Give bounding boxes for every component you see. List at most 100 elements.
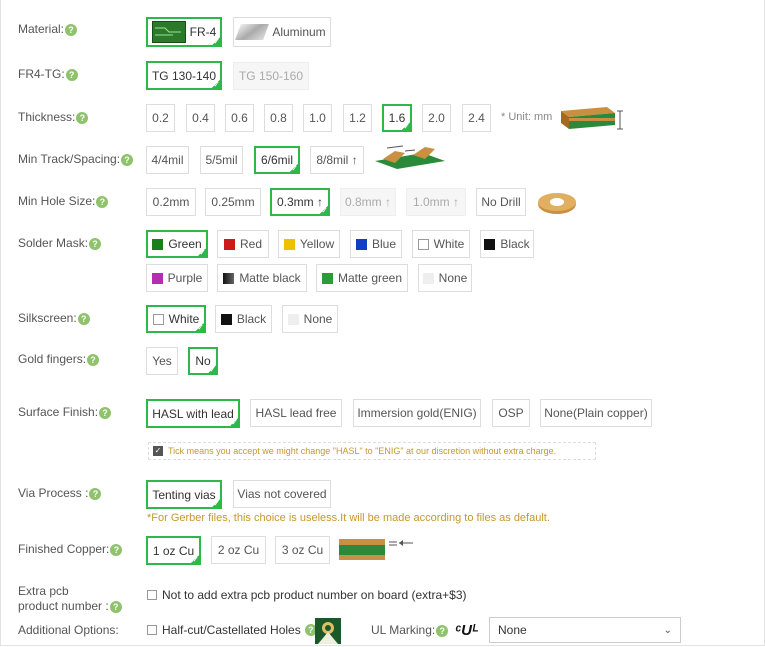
color-swatch — [355, 238, 367, 250]
silk-white-option[interactable]: White — [146, 305, 206, 333]
thickness-option[interactable]: 0.2 — [146, 104, 175, 132]
via-tenting-option[interactable]: Tenting vias — [146, 480, 222, 509]
mask-matte-black-option[interactable]: Matte black — [217, 264, 307, 292]
hole-option[interactable]: 0.25mm — [205, 188, 261, 216]
mask-option-label: None — [438, 271, 468, 285]
help-icon[interactable]: ? — [65, 68, 78, 81]
tg-option-label: TG 150-160 — [238, 69, 304, 83]
gold-label: Gold fingers:? — [18, 352, 100, 367]
hole-option[interactable]: 0.2mm — [146, 188, 196, 216]
hasl-enig-consent[interactable]: ✓ Tick means you accept we might change … — [148, 442, 596, 460]
copper-label: Finished Copper:? — [18, 542, 123, 557]
help-icon[interactable]: ? — [109, 600, 122, 613]
color-swatch — [283, 238, 295, 250]
tg-150-option[interactable]: TG 150-160 — [233, 62, 309, 90]
surface-option-label: OSP — [498, 406, 524, 420]
silk-option-label: White — [168, 312, 200, 326]
checkbox[interactable] — [147, 590, 157, 600]
surface-hasl-free-option[interactable]: HASL lead free — [250, 399, 342, 427]
mask-black-option[interactable]: Black — [480, 230, 534, 258]
hole-option[interactable]: No Drill — [476, 188, 526, 216]
color-swatch — [422, 272, 434, 284]
additional-label: Additional Options: — [18, 623, 119, 637]
color-swatch — [152, 313, 164, 325]
ul-marking-select[interactable]: None ⌄ — [489, 617, 681, 643]
tg-130-option[interactable]: TG 130-140 — [146, 61, 222, 90]
help-icon[interactable]: ? — [121, 153, 134, 166]
track-label: Min Track/Spacing:? — [18, 152, 134, 167]
track-value: 8/8mil ↑ — [316, 153, 358, 167]
material-option-label: FR-4 — [189, 25, 217, 39]
via-note: *For Gerber files, this choice is useles… — [147, 512, 550, 524]
material-fr4-option[interactable]: FR-4 — [146, 17, 222, 47]
help-icon[interactable]: ? — [96, 195, 109, 208]
help-icon[interactable]: ? — [89, 237, 102, 250]
thickness-option[interactable]: 0.4 — [186, 104, 215, 132]
thickness-option[interactable]: 2.0 — [422, 104, 451, 132]
mask-option-label: Blue — [371, 237, 397, 251]
help-icon[interactable]: ? — [76, 111, 89, 124]
checkbox-label: Half-cut/Castellated Holes — [162, 623, 301, 637]
silk-black-option[interactable]: Black — [215, 305, 272, 333]
material-aluminum-option[interactable]: Aluminum — [233, 17, 331, 47]
thickness-option[interactable]: 0.6 — [225, 104, 254, 132]
thickness-value: 0.6 — [231, 111, 248, 125]
mask-green-option[interactable]: Green — [146, 230, 208, 258]
copper-thickness-icon — [339, 539, 413, 560]
thickness-option-selected[interactable]: 1.6 — [382, 104, 412, 132]
extra-number-checkbox[interactable]: Not to add extra pcb product number on b… — [147, 588, 467, 602]
hole-option-selected[interactable]: 0.3mm ↑ — [270, 188, 330, 216]
copper-3oz-option[interactable]: 3 oz Cu — [275, 536, 330, 564]
silk-option-label: Black — [236, 312, 267, 326]
surface-enig-option[interactable]: Immersion gold(ENIG) — [353, 399, 481, 427]
hole-option[interactable]: 0.8mm ↑ — [340, 188, 396, 216]
mask-option-label: Yellow — [299, 237, 335, 251]
gold-no-option[interactable]: No — [188, 347, 218, 375]
color-swatch — [223, 272, 235, 284]
track-option[interactable]: 4/4mil — [146, 146, 189, 174]
surface-none-option[interactable]: None(Plain copper) — [540, 399, 652, 427]
mask-yellow-option[interactable]: Yellow — [278, 230, 340, 258]
hole-value: No Drill — [481, 195, 521, 209]
help-icon[interactable]: ? — [99, 406, 112, 419]
checkbox-checked-icon[interactable]: ✓ — [153, 446, 163, 456]
surface-osp-option[interactable]: OSP — [492, 399, 530, 427]
help-icon[interactable]: ? — [65, 23, 78, 36]
thickness-option[interactable]: 1.0 — [303, 104, 332, 132]
mask-blue-option[interactable]: Blue — [350, 230, 402, 258]
thickness-unit: * Unit: mm — [501, 111, 553, 123]
mask-label: Solder Mask:? — [18, 236, 102, 251]
mask-matte-green-option[interactable]: Matte green — [316, 264, 408, 292]
track-option-selected[interactable]: 6/6mil — [254, 146, 300, 174]
copper-2oz-option[interactable]: 2 oz Cu — [211, 536, 266, 564]
mask-purple-option[interactable]: Purple — [146, 264, 208, 292]
silk-none-option[interactable]: None — [282, 305, 338, 333]
via-not-covered-option[interactable]: Vias not covered — [233, 480, 331, 508]
copper-1oz-option[interactable]: 1 oz Cu — [146, 536, 201, 565]
help-icon[interactable]: ? — [87, 353, 100, 366]
surface-hasl-lead-option[interactable]: HASL with lead — [146, 399, 240, 428]
thickness-option[interactable]: 1.2 — [343, 104, 372, 132]
half-cut-checkbox[interactable]: Half-cut/Castellated Holes? — [147, 623, 317, 637]
thickness-option[interactable]: 2.4 — [462, 104, 491, 132]
help-icon[interactable]: ? — [110, 543, 123, 556]
checkbox[interactable] — [147, 625, 157, 635]
castellated-holes-icon — [315, 618, 341, 644]
track-option[interactable]: 8/8mil ↑ — [310, 146, 364, 174]
ul-marking-label: UL Marking:? — [371, 623, 449, 637]
gold-yes-option[interactable]: Yes — [146, 347, 178, 375]
help-icon[interactable]: ? — [436, 624, 449, 637]
color-swatch — [151, 272, 163, 284]
thickness-value: 0.2 — [152, 111, 169, 125]
mask-white-option[interactable]: White — [412, 230, 470, 258]
help-icon[interactable]: ? — [89, 487, 102, 500]
mask-none-option[interactable]: None — [418, 264, 472, 292]
hole-option[interactable]: 1.0mm ↑ — [406, 188, 466, 216]
thickness-option[interactable]: 0.8 — [264, 104, 293, 132]
hole-value: 0.2mm — [152, 195, 190, 209]
color-swatch — [223, 238, 235, 250]
track-option[interactable]: 5/5mil — [200, 146, 243, 174]
mask-red-option[interactable]: Red — [217, 230, 269, 258]
via-option-label: Vias not covered — [237, 487, 327, 501]
help-icon[interactable]: ? — [77, 312, 90, 325]
